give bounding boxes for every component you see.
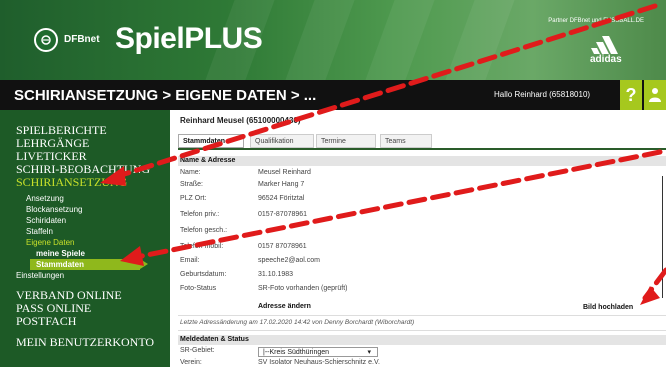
breadcrumb-bar: SCHIRIANSETZUNG > EIGENE DATEN > ... Hal…	[0, 80, 666, 110]
field-row: Name: Meusel Reinhard	[178, 168, 518, 179]
breadcrumb: SCHIRIANSETZUNG > EIGENE DATEN > ...	[14, 87, 317, 104]
header-stripe	[365, 0, 435, 80]
sidebar-subitem-einstellungen[interactable]: Einstellungen	[0, 270, 170, 281]
sidebar-subitem-schiridaten[interactable]: Schiridaten	[0, 215, 170, 226]
field-label: Foto-Status	[180, 285, 217, 292]
sidebar-subitem-blockansetzung[interactable]: Blockansetzung	[0, 204, 170, 215]
field-label: Straße:	[180, 181, 203, 188]
app-logo-text[interactable]: SpielPLUS	[115, 22, 263, 56]
sidebar-item-schiriansetzung[interactable]: SCHIRIANSETZUNG	[0, 176, 170, 189]
tab-qualifikation[interactable]: Qualifikation	[250, 134, 314, 148]
field-value: Meusel Reinhard	[258, 169, 311, 176]
divider	[178, 315, 666, 316]
field-value: SV Isolator Neuhaus-Schierschnitz e.V.	[258, 359, 380, 366]
chevron-down-icon: ▾	[367, 349, 371, 356]
section-header-address: Name & Adresse	[178, 156, 666, 166]
field-value: SR-Foto vorhanden (geprüft)	[258, 285, 348, 292]
header-stripe	[445, 0, 515, 80]
field-row: Telefon gesch.:	[178, 226, 518, 237]
sidebar-subitem-ansetzung[interactable]: Ansetzung	[0, 193, 170, 204]
sr-gebiet-select[interactable]: |--Kreis Südthüringen ▾	[258, 347, 378, 357]
main-content: Reinhard Meusel (65100000430) Stammdaten…	[178, 110, 666, 367]
sidebar-subitem-stammdaten[interactable]: Stammdaten	[30, 259, 148, 270]
field-label: Email:	[180, 257, 200, 264]
field-row: Geburtsdatum: 31.10.1983	[178, 270, 518, 281]
user-menu-button[interactable]	[644, 80, 666, 110]
select-value: |--Kreis Südthüringen	[263, 349, 330, 356]
sidebar-item-postfach[interactable]: POSTFACH	[0, 315, 170, 328]
partner-text: Partner DFBnet und FUSSBALL.DE	[548, 18, 644, 24]
person-header: Reinhard Meusel (65100000430)	[180, 116, 301, 125]
sidebar-subitem-staffeln[interactable]: Staffeln	[0, 226, 170, 237]
sidebar-nav: SPIELBERICHTE LEHRGÄNGE LIVETICKER SCHIR…	[0, 110, 170, 367]
field-label: Name:	[180, 169, 201, 176]
field-row: Foto-Status SR-Foto vorhanden (geprüft)	[178, 284, 518, 295]
tab-bar: Stammdaten Qualifikation Termine Teams	[178, 134, 666, 150]
header-stripe	[285, 0, 355, 80]
field-row: Verein: SV Isolator Neuhaus-Schierschnit…	[178, 358, 518, 369]
field-label: Telefon gesch.:	[180, 227, 228, 234]
field-label: PLZ Ort:	[180, 195, 207, 202]
user-greeting: Hallo Reinhard (65818010)	[494, 90, 591, 99]
field-row: Email: speeche2@aol.com	[178, 256, 518, 267]
field-label: Verein:	[180, 359, 202, 366]
field-row: Telefon priv.: 0157-87078961	[178, 210, 518, 221]
field-value: 0157 87078961	[258, 243, 307, 250]
sidebar-subitem-meine-spiele[interactable]: meine Spiele	[0, 248, 170, 259]
sidebar-subitem-eigene-daten[interactable]: Eigene Daten	[0, 237, 170, 248]
last-change-note: Letzte Adressänderung am 17.02.2020 14:4…	[180, 319, 415, 326]
field-label: Telefon priv.:	[180, 211, 220, 218]
field-row: Straße: Marker Hang 7	[178, 180, 518, 191]
field-row: PLZ Ort: 96524 Föritztal	[178, 194, 518, 205]
field-row: Telefon mobil: 0157 87078961	[178, 242, 518, 253]
tab-stammdaten[interactable]: Stammdaten	[178, 134, 244, 148]
field-label: SR-Gebiet:	[180, 347, 215, 354]
photo-area	[527, 176, 663, 298]
field-value: speeche2@aol.com	[258, 257, 320, 264]
help-button[interactable]: ?	[620, 80, 642, 110]
sponsor-text: adidas	[590, 54, 622, 65]
field-value: 0157-87078961	[258, 211, 308, 218]
change-address-button[interactable]: Adresse ändern	[258, 303, 311, 310]
divider	[178, 330, 666, 331]
field-value: 96524 Föritztal	[258, 195, 305, 202]
field-label: Geburtsdatum:	[180, 271, 227, 278]
field-value: Marker Hang 7	[258, 181, 305, 188]
app-header: DFBnet SpielPLUS Partner DFBnet und FUSS…	[0, 0, 666, 80]
section-header-status: Meldedaten & Status	[178, 335, 666, 345]
field-label: Telefon mobil:	[180, 243, 224, 250]
field-value: 31.10.1983	[258, 271, 294, 278]
dfb-logo-icon[interactable]	[34, 28, 58, 52]
sidebar-item-mein-benutzerkonto[interactable]: MEIN BENUTZERKONTO	[0, 336, 170, 349]
tab-teams[interactable]: Teams	[380, 134, 432, 148]
upload-photo-button[interactable]: Bild hochladen	[583, 304, 633, 311]
user-icon	[649, 88, 661, 102]
tab-termine[interactable]: Termine	[316, 134, 376, 148]
brand-small: DFBnet	[64, 34, 100, 45]
